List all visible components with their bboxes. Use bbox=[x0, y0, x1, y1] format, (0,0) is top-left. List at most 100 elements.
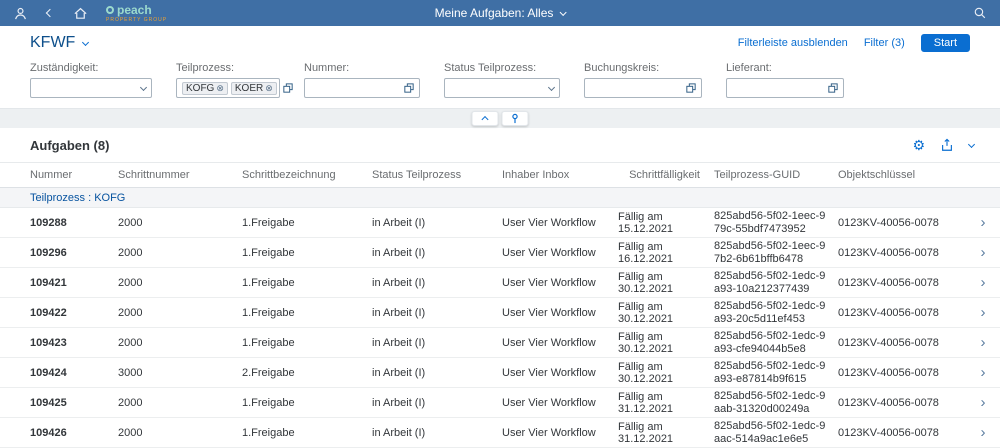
cell-nummer: 109296 bbox=[30, 247, 118, 259]
buchungskreis-input[interactable] bbox=[584, 78, 702, 98]
back-icon[interactable] bbox=[42, 5, 58, 21]
table-row[interactable]: 10929620001.Freigabein Arbeit (I)User Vi… bbox=[0, 238, 1000, 268]
cell-schrittbezeichnung: 1.Freigabe bbox=[242, 277, 372, 289]
cell-schrittbezeichnung: 1.Freigabe bbox=[242, 337, 372, 349]
shell-title-menu[interactable]: Meine Aufgaben: Alles bbox=[435, 6, 566, 20]
row-nav-chevron-icon[interactable]: › bbox=[972, 275, 994, 290]
cell-faelligkeit: Fällig am 31.12.2021 bbox=[618, 421, 714, 445]
row-nav-chevron-icon[interactable]: › bbox=[972, 425, 994, 440]
value-help-icon[interactable] bbox=[404, 83, 414, 93]
export-icon[interactable] bbox=[940, 138, 954, 152]
row-nav-chevron-icon[interactable]: › bbox=[972, 215, 994, 230]
col-header[interactable]: Objektschlüssel bbox=[838, 169, 958, 181]
chevron-down-icon[interactable] bbox=[968, 140, 975, 147]
cell-inhaber: User Vier Workflow bbox=[502, 217, 618, 229]
cell-schrittnummer: 2000 bbox=[118, 247, 242, 259]
row-nav-chevron-icon[interactable]: › bbox=[972, 395, 994, 410]
row-nav-chevron-icon[interactable]: › bbox=[972, 365, 994, 380]
table-row[interactable]: 10942320001.Freigabein Arbeit (I)User Vi… bbox=[0, 328, 1000, 358]
col-header[interactable]: Nummer bbox=[30, 169, 118, 181]
table-row[interactable]: 10928820001.Freigabein Arbeit (I)User Vi… bbox=[0, 208, 1000, 238]
cell-schrittnummer: 2000 bbox=[118, 397, 242, 409]
col-header[interactable]: Status Teilprozess bbox=[372, 169, 502, 181]
cell-schrittbezeichnung: 1.Freigabe bbox=[242, 427, 372, 439]
cell-faelligkeit: Fällig am 31.12.2021 bbox=[618, 391, 714, 415]
logo-text: peach bbox=[117, 4, 152, 16]
token-remove-icon[interactable]: ⊗ bbox=[216, 83, 224, 94]
table-row[interactable]: 10942520001.Freigabein Arbeit (I)User Vi… bbox=[0, 388, 1000, 418]
table-group-header[interactable]: Teilprozess : KOFG bbox=[0, 188, 1000, 208]
value-help-icon[interactable] bbox=[828, 83, 838, 93]
col-header[interactable]: Inhaber Inbox bbox=[502, 169, 618, 181]
cell-nummer: 109424 bbox=[30, 367, 118, 379]
filterbar-collapse-strip bbox=[0, 108, 1000, 128]
user-icon[interactable] bbox=[12, 5, 28, 21]
search-icon[interactable] bbox=[972, 5, 988, 21]
table-row[interactable]: 10942430002.Freigabein Arbeit (I)User Vi… bbox=[0, 358, 1000, 388]
filter-label: Status Teilprozess: bbox=[444, 62, 560, 74]
cell-objektschluessel: 0123KV-40056-0078 bbox=[838, 427, 958, 439]
value-help-icon[interactable] bbox=[283, 83, 293, 93]
col-header[interactable]: Teilprozess-GUID bbox=[714, 169, 838, 181]
cell-status: in Arbeit (I) bbox=[372, 217, 502, 229]
cell-inhaber: User Vier Workflow bbox=[502, 247, 618, 259]
row-nav-chevron-icon[interactable]: › bbox=[972, 245, 994, 260]
cell-faelligkeit: Fällig am 30.12.2021 bbox=[618, 301, 714, 325]
start-button[interactable]: Start bbox=[921, 34, 970, 52]
col-header[interactable]: Schrittnummer bbox=[118, 169, 242, 181]
cell-inhaber: User Vier Workflow bbox=[502, 397, 618, 409]
cell-guid: 825abd56-5f02-1edc-9a93-cfe94044b5e8 bbox=[714, 330, 838, 355]
hide-filterbar-link[interactable]: Filterleiste ausblenden bbox=[738, 37, 848, 49]
row-nav-chevron-icon[interactable]: › bbox=[972, 305, 994, 320]
cell-inhaber: User Vier Workflow bbox=[502, 277, 618, 289]
shell-title-text: Meine Aufgaben: Alles bbox=[435, 6, 554, 20]
cell-schrittbezeichnung: 1.Freigabe bbox=[242, 217, 372, 229]
cell-status: in Arbeit (I) bbox=[372, 397, 502, 409]
filter-label: Lieferant: bbox=[726, 62, 844, 74]
cell-schrittbezeichnung: 1.Freigabe bbox=[242, 397, 372, 409]
cell-schrittnummer: 2000 bbox=[118, 337, 242, 349]
filter-label: Buchungskreis: bbox=[584, 62, 702, 74]
cell-objektschluessel: 0123KV-40056-0078 bbox=[838, 277, 958, 289]
cell-objektschluessel: 0123KV-40056-0078 bbox=[838, 397, 958, 409]
filter-bar: Zuständigkeit: Teilprozess: KOFG⊗ KOER⊗ … bbox=[30, 62, 970, 108]
app-logo: peach PROPERTY GROUP bbox=[106, 4, 167, 23]
page-header: KFWF Filterleiste ausblenden Filter (3) … bbox=[0, 26, 1000, 108]
filters-link[interactable]: Filter (3) bbox=[864, 37, 905, 49]
cell-status: in Arbeit (I) bbox=[372, 367, 502, 379]
zustaendigkeit-select[interactable] bbox=[30, 78, 152, 98]
home-icon[interactable] bbox=[72, 5, 88, 21]
lieferant-input[interactable] bbox=[726, 78, 844, 98]
filter-token[interactable]: KOER⊗ bbox=[231, 82, 277, 95]
filter-token[interactable]: KOFG⊗ bbox=[182, 82, 228, 95]
table-title: Aufgaben (8) bbox=[30, 138, 109, 153]
settings-gear-icon[interactable]: ⚙ bbox=[912, 138, 925, 152]
col-header[interactable]: Schrittfälligkeit bbox=[618, 169, 714, 181]
page-title[interactable]: KFWF bbox=[30, 34, 88, 52]
cell-inhaber: User Vier Workflow bbox=[502, 427, 618, 439]
cell-objektschluessel: 0123KV-40056-0078 bbox=[838, 307, 958, 319]
cell-objektschluessel: 0123KV-40056-0078 bbox=[838, 337, 958, 349]
tasks-card: Aufgaben (8) ⚙ Nummer Schrittnummer Schr… bbox=[0, 128, 1000, 448]
token-remove-icon[interactable]: ⊗ bbox=[265, 83, 273, 94]
chevron-up-icon bbox=[481, 116, 488, 123]
cell-objektschluessel: 0123KV-40056-0078 bbox=[838, 367, 958, 379]
shell-left-group: peach PROPERTY GROUP bbox=[12, 4, 167, 23]
filter-label: Nummer: bbox=[304, 62, 420, 74]
cell-guid: 825abd56-5f02-1edc-9a93-20c5d11ef453 bbox=[714, 300, 838, 325]
col-header[interactable]: Schrittbezeichnung bbox=[242, 169, 372, 181]
logo-subtitle: PROPERTY GROUP bbox=[106, 18, 167, 23]
cell-guid: 825abd56-5f02-1eec-979c-55bdf7473952 bbox=[714, 210, 838, 235]
status-teilprozess-select[interactable] bbox=[444, 78, 560, 98]
table-row[interactable]: 10942220001.Freigabein Arbeit (I)User Vi… bbox=[0, 298, 1000, 328]
pin-filterbar-button[interactable] bbox=[502, 111, 529, 126]
table-row[interactable]: 10942620001.Freigabein Arbeit (I)User Vi… bbox=[0, 418, 1000, 448]
filter-label: Zuständigkeit: bbox=[30, 62, 152, 74]
row-nav-chevron-icon[interactable]: › bbox=[972, 335, 994, 350]
value-help-icon[interactable] bbox=[686, 83, 696, 93]
table-row[interactable]: 10942120001.Freigabein Arbeit (I)User Vi… bbox=[0, 268, 1000, 298]
cell-status: in Arbeit (I) bbox=[372, 307, 502, 319]
collapse-filterbar-button[interactable] bbox=[472, 111, 499, 126]
teilprozess-input[interactable]: KOFG⊗ KOER⊗ bbox=[176, 78, 280, 98]
nummer-input[interactable] bbox=[304, 78, 420, 98]
